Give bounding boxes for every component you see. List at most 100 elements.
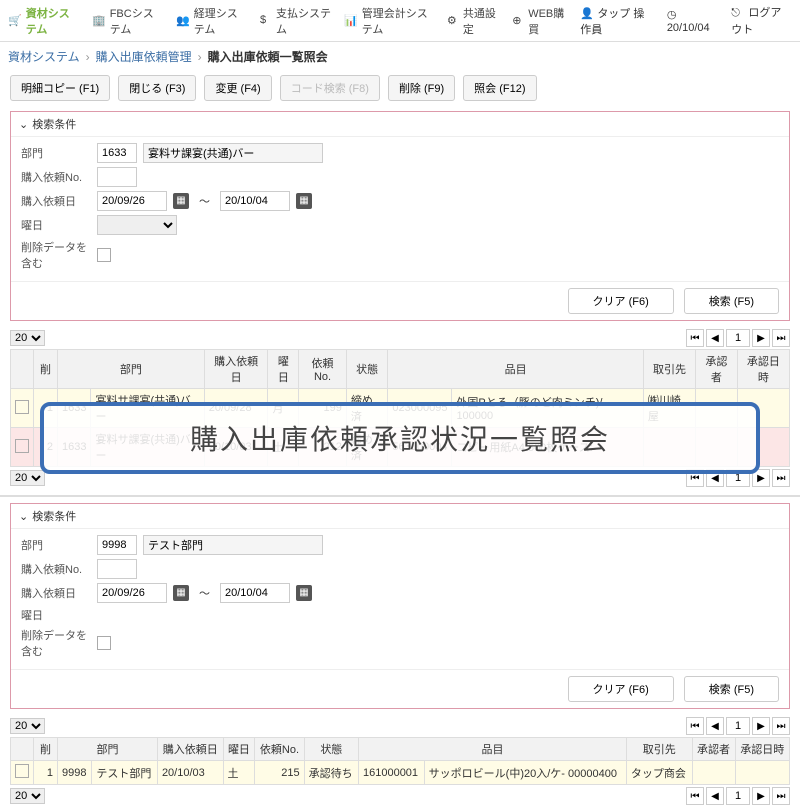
last-page-button[interactable]: ⏭ — [772, 787, 790, 805]
reqdate-label: 購入依頼日 — [21, 193, 91, 209]
user-label: 👤 タップ 操作員 — [580, 5, 653, 37]
date-label: ◷ 20/10/04 — [667, 8, 717, 34]
incdel-label: 削除データを含む — [21, 627, 91, 659]
dept-code-input[interactable] — [97, 535, 137, 555]
cell-dept-name: テスト部門 — [92, 761, 158, 785]
change-button[interactable]: 変更 (F4) — [204, 75, 271, 101]
crumb-0[interactable]: 資材システム — [8, 48, 80, 65]
first-page-button[interactable]: ⏮ — [686, 787, 704, 805]
dept-name-input[interactable] — [143, 535, 323, 555]
table-row[interactable]: 1 9998 テスト部門 20/10/03 土 215 承認待ち 1610000… — [11, 761, 790, 785]
first-page-button[interactable]: ⏮ — [686, 329, 704, 347]
action-bar: 明細コピー (F1) 閉じる (F3) 変更 (F4) コード検索 (F8) 削… — [0, 71, 800, 105]
row-checkbox[interactable] — [15, 400, 29, 414]
reqno-label: 購入依頼No. — [21, 169, 91, 185]
date-to-input[interactable] — [220, 191, 290, 211]
share-icon: ⚙ — [447, 14, 459, 28]
tilde: 〜 — [199, 193, 210, 209]
nav-fbc[interactable]: 🏢FBCシステム — [92, 5, 164, 37]
pagesize-select[interactable]: 20 — [10, 470, 45, 486]
search-panel-upper: ⌄ 検索条件 部門 購入依頼No. 購入依頼日 ▦ 〜 ▦ 曜日 削除データを含… — [10, 111, 790, 321]
dept-label: 部門 — [21, 145, 91, 161]
col-dept: 部門 — [58, 350, 205, 389]
panel-header[interactable]: ⌄ 検索条件 — [11, 504, 789, 529]
row-checkbox[interactable] — [15, 439, 29, 453]
last-page-button[interactable]: ⏭ — [772, 329, 790, 347]
building-icon: 🏢 — [92, 14, 106, 28]
panel-header[interactable]: ⌄ 検索条件 — [11, 112, 789, 137]
people-icon: 👥 — [176, 14, 190, 28]
col-approvedate: 承認日時 — [737, 350, 789, 389]
col-status: 状態 — [304, 738, 358, 761]
next-page-button[interactable]: ▶ — [752, 787, 770, 805]
calendar-icon[interactable]: ▦ — [296, 585, 312, 601]
nav-shizai[interactable]: 🛒資材システム — [8, 5, 80, 37]
tilde: 〜 — [199, 585, 210, 601]
incdel-checkbox[interactable] — [97, 636, 111, 650]
col-del: 削 — [34, 738, 58, 761]
nav-kanri[interactable]: 📊管理会計システム — [344, 5, 435, 37]
logout-link[interactable]: ⎋ ログアウト — [731, 4, 792, 37]
nav-keiri[interactable]: 👥経理システム — [176, 5, 248, 37]
cell-dow: 土 — [223, 761, 255, 785]
reqno-input[interactable] — [97, 167, 137, 187]
nav-shiharai[interactable]: $支払システム — [260, 5, 332, 37]
col-reqdate: 購入依頼日 — [157, 738, 223, 761]
pagesize-select[interactable]: 20 — [10, 330, 45, 346]
col-del: 削 — [34, 350, 58, 389]
reqdate-label: 購入依頼日 — [21, 585, 91, 601]
search-button[interactable]: 検索 (F5) — [684, 288, 779, 314]
dow-select[interactable] — [97, 215, 177, 235]
nav-web[interactable]: ⊕WEB購買 — [512, 5, 568, 37]
prev-page-button[interactable]: ◀ — [706, 717, 724, 735]
dept-name-input[interactable] — [143, 143, 323, 163]
cell-no: 1 — [34, 761, 58, 785]
clock-icon: ◷ — [667, 8, 681, 22]
pagesize-select[interactable]: 20 — [10, 718, 45, 734]
close-button[interactable]: 閉じる (F3) — [118, 75, 196, 101]
next-page-button[interactable]: ▶ — [752, 329, 770, 347]
next-page-button[interactable]: ▶ — [752, 717, 770, 735]
pagesize-select[interactable]: 20 — [10, 788, 45, 804]
page-number-input[interactable] — [726, 787, 750, 805]
page-number-input[interactable] — [726, 717, 750, 735]
delete-button[interactable]: 削除 (F9) — [388, 75, 455, 101]
cell-reqno: 215 — [255, 761, 304, 785]
calendar-icon[interactable]: ▦ — [173, 193, 189, 209]
col-item: 品目 — [388, 350, 644, 389]
chevron-right-icon: › — [198, 50, 202, 64]
col-vendor: 取引先 — [643, 350, 695, 389]
query-button[interactable]: 照会 (F12) — [463, 75, 536, 101]
row-checkbox[interactable] — [15, 764, 29, 778]
search-button[interactable]: 検索 (F5) — [684, 676, 779, 702]
calendar-icon[interactable]: ▦ — [296, 193, 312, 209]
prev-page-button[interactable]: ◀ — [706, 787, 724, 805]
crumb-1[interactable]: 購入出庫依頼管理 — [96, 48, 192, 65]
calendar-icon[interactable]: ▦ — [173, 585, 189, 601]
cell-item-code: 161000001 — [358, 761, 424, 785]
date-from-input[interactable] — [97, 583, 167, 603]
user-icon: 👤 — [580, 7, 594, 21]
prev-page-button[interactable]: ◀ — [706, 329, 724, 347]
dept-code-input[interactable] — [97, 143, 137, 163]
nav-common[interactable]: ⚙共通設定 — [447, 5, 500, 37]
reqno-input[interactable] — [97, 559, 137, 579]
last-page-button[interactable]: ⏭ — [772, 717, 790, 735]
codesearch-button[interactable]: コード検索 (F8) — [280, 75, 380, 101]
cell-vendor: タップ商会 — [626, 761, 692, 785]
incdel-checkbox[interactable] — [97, 248, 111, 262]
dow-label: 曜日 — [21, 217, 91, 233]
date-to-input[interactable] — [220, 583, 290, 603]
clear-button[interactable]: クリア (F6) — [568, 676, 674, 702]
pager-top-lower: 20 ⏮ ◀ ▶ ⏭ — [0, 715, 800, 737]
cell-reqdate: 20/10/03 — [157, 761, 223, 785]
first-page-button[interactable]: ⏮ — [686, 717, 704, 735]
clear-button[interactable]: クリア (F6) — [568, 288, 674, 314]
date-from-input[interactable] — [97, 191, 167, 211]
breadcrumb: 資材システム › 購入出庫依頼管理 › 購入出庫依頼一覧照会 — [0, 42, 800, 71]
incdel-label: 削除データを含む — [21, 239, 91, 271]
copy-button[interactable]: 明細コピー (F1) — [10, 75, 110, 101]
page-number-input[interactable] — [726, 329, 750, 347]
last-page-button[interactable]: ⏭ — [772, 469, 790, 487]
col-dow: 曜日 — [268, 350, 299, 389]
